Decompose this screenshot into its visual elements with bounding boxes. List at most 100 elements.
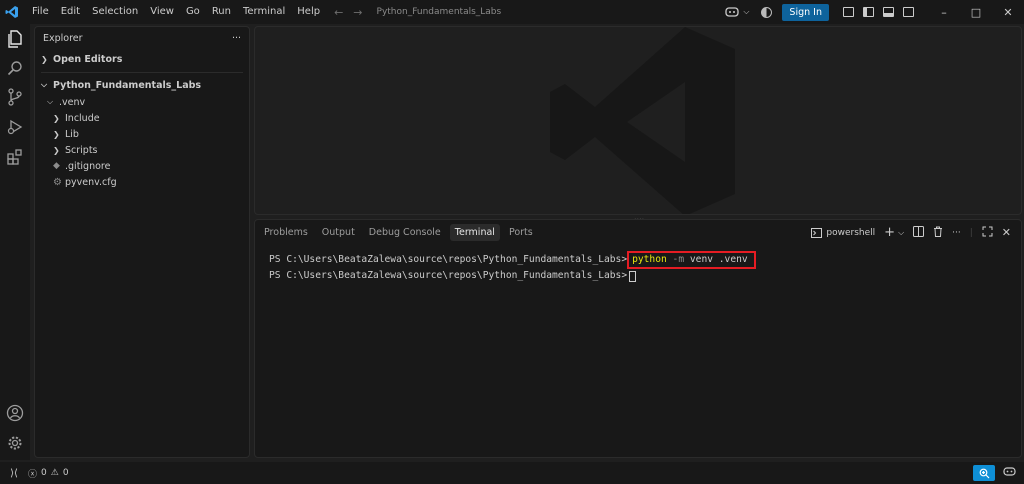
nav-arrows: ← →	[334, 6, 362, 19]
accounts-icon[interactable]	[761, 6, 773, 18]
terminal-icon	[811, 227, 823, 238]
explorer-icon[interactable]	[6, 30, 24, 48]
menu-selection[interactable]: Selection	[86, 0, 144, 24]
sidebar-title: Explorer	[43, 33, 83, 44]
terminal-shell-selector[interactable]: powershell	[811, 227, 876, 238]
window-controls: – □ ✕	[928, 6, 1024, 19]
tab-output[interactable]: Output	[317, 224, 360, 241]
vscode-watermark-icon	[550, 27, 735, 214]
title-bar: File Edit Selection View Go Run Terminal…	[0, 0, 1024, 24]
tree-item-pyvenv[interactable]: ⚙ pyvenv.cfg	[35, 174, 249, 190]
terminal-line: PS C:\Users\BeataZalewa\source\repos\Pyt…	[269, 269, 756, 283]
menu-view[interactable]: View	[144, 0, 180, 24]
copilot-icon	[725, 7, 739, 17]
split-terminal-icon[interactable]	[913, 225, 925, 240]
error-count: 0	[41, 468, 47, 478]
status-problems[interactable]: ⓧ 0 ⚠ 0	[28, 467, 69, 480]
remote-icon[interactable]: ⟩⟨	[0, 468, 28, 479]
tab-problems[interactable]: Problems	[259, 224, 313, 241]
copilot-status-icon[interactable]	[1003, 466, 1016, 480]
tab-ports[interactable]: Ports	[504, 224, 538, 241]
git-icon: ◆	[53, 161, 60, 171]
explorer-sidebar: Explorer ··· ❯ Open Editors ⌵ Python_Fun…	[34, 26, 250, 458]
menu-edit[interactable]: Edit	[55, 0, 86, 24]
tree-item-venv[interactable]: ⌵ .venv	[35, 94, 249, 110]
new-terminal-plus-icon[interactable]: +	[884, 225, 895, 240]
activity-bar	[0, 24, 30, 460]
forward-arrow-icon[interactable]: →	[353, 6, 362, 19]
layout-controls	[843, 7, 914, 17]
trash-icon[interactable]	[933, 226, 943, 240]
terminal-cursor	[629, 270, 637, 282]
project-label: Python_Fundamentals_Labs	[53, 79, 202, 91]
sidebar-header: Explorer ···	[35, 27, 249, 49]
terminal-line: PS C:\Users\BeataZalewa\source\repos\Pyt…	[269, 251, 756, 269]
chevron-down-icon: ⌵	[743, 7, 750, 16]
error-icon: ⓧ	[28, 469, 38, 480]
more-actions-icon[interactable]: ···	[232, 33, 241, 49]
close-window-button[interactable]: ✕	[992, 6, 1024, 19]
search-icon[interactable]	[6, 59, 24, 77]
terminal-prompt: PS C:\Users\BeataZalewa\source\repos\Pyt…	[269, 254, 628, 265]
chevron-right-icon: ❯	[41, 54, 48, 64]
bottom-panel: Problems Output Debug Console Terminal P…	[254, 219, 1022, 458]
toggle-panel-icon[interactable]	[883, 7, 894, 17]
sign-in-button[interactable]: Sign In	[782, 3, 829, 21]
maximize-button[interactable]: □	[960, 6, 992, 19]
maximize-panel-icon[interactable]	[982, 226, 993, 240]
menu-go[interactable]: Go	[180, 0, 206, 24]
menu-terminal[interactable]: Terminal	[237, 0, 291, 24]
source-control-icon[interactable]	[6, 88, 24, 106]
divider: |	[969, 227, 973, 238]
menu-bar: File Edit Selection View Go Run Terminal…	[26, 0, 326, 24]
customize-layout-icon[interactable]	[843, 7, 854, 17]
tab-terminal[interactable]: Terminal	[449, 224, 500, 241]
run-debug-icon[interactable]	[6, 118, 24, 136]
menu-file[interactable]: File	[26, 0, 55, 24]
tree-item-label: .venv	[59, 96, 86, 108]
tree-item-label: Scripts	[65, 144, 98, 156]
cmd-args: venv .venv	[689, 254, 748, 265]
tree-item-gitignore[interactable]: ◆ .gitignore	[35, 158, 249, 174]
cmd-flag: -m	[672, 254, 685, 265]
tree-item-include[interactable]: ❯ Include	[35, 110, 249, 126]
minimize-button[interactable]: –	[928, 6, 960, 19]
account-icon[interactable]	[6, 404, 24, 422]
extensions-icon[interactable]	[6, 148, 24, 166]
open-editors-label: Open Editors	[53, 53, 123, 65]
toggle-secondary-sidebar-icon[interactable]	[903, 7, 914, 17]
chevron-down-icon: ⌵	[47, 97, 54, 106]
manage-gear-icon[interactable]	[6, 434, 24, 452]
section-divider	[41, 72, 243, 73]
tree-item-scripts[interactable]: ❯ Scripts	[35, 142, 249, 158]
open-editors-section[interactable]: ❯ Open Editors	[35, 49, 249, 69]
chevron-down-icon: ⌵	[41, 80, 48, 89]
menu-run[interactable]: Run	[206, 0, 237, 24]
terminal-output[interactable]: PS C:\Users\BeataZalewa\source\repos\Pyt…	[269, 251, 756, 283]
title-right-group: ⌵ Sign In – □ ✕	[725, 0, 1024, 24]
zoom-icon[interactable]	[973, 465, 995, 481]
copilot-menu[interactable]: ⌵	[725, 6, 749, 18]
vscode-logo-icon	[0, 0, 24, 24]
menu-help[interactable]: Help	[291, 0, 326, 24]
panel-actions: powershell + ⌵ ··· | ✕	[811, 225, 1011, 240]
highlighted-command: python -m venv .venv	[627, 251, 756, 269]
project-section[interactable]: ⌵ Python_Fundamentals_Labs	[35, 76, 249, 94]
tree-item-label: pyvenv.cfg	[65, 176, 117, 188]
shell-name: powershell	[826, 227, 876, 238]
toggle-primary-sidebar-icon[interactable]	[863, 7, 874, 17]
tree-item-lib[interactable]: ❯ Lib	[35, 126, 249, 142]
more-actions-icon[interactable]: ···	[952, 228, 961, 238]
chevron-down-icon[interactable]: ⌵	[898, 228, 904, 238]
back-arrow-icon[interactable]: ←	[334, 6, 343, 19]
terminal-prompt: PS C:\Users\BeataZalewa\source\repos\Pyt…	[269, 270, 628, 281]
close-panel-icon[interactable]: ✕	[1002, 226, 1011, 239]
warning-icon: ⚠	[50, 468, 59, 478]
chevron-right-icon: ❯	[53, 145, 60, 155]
gear-icon: ⚙	[53, 176, 62, 188]
panel-tabs: Problems Output Debug Console Terminal P…	[259, 224, 538, 241]
command-center-search[interactable]: Python_Fundamentals_Labs	[377, 4, 717, 21]
editor-area[interactable]	[254, 26, 1022, 215]
tab-debug-console[interactable]: Debug Console	[364, 224, 446, 241]
status-right	[973, 465, 1016, 481]
